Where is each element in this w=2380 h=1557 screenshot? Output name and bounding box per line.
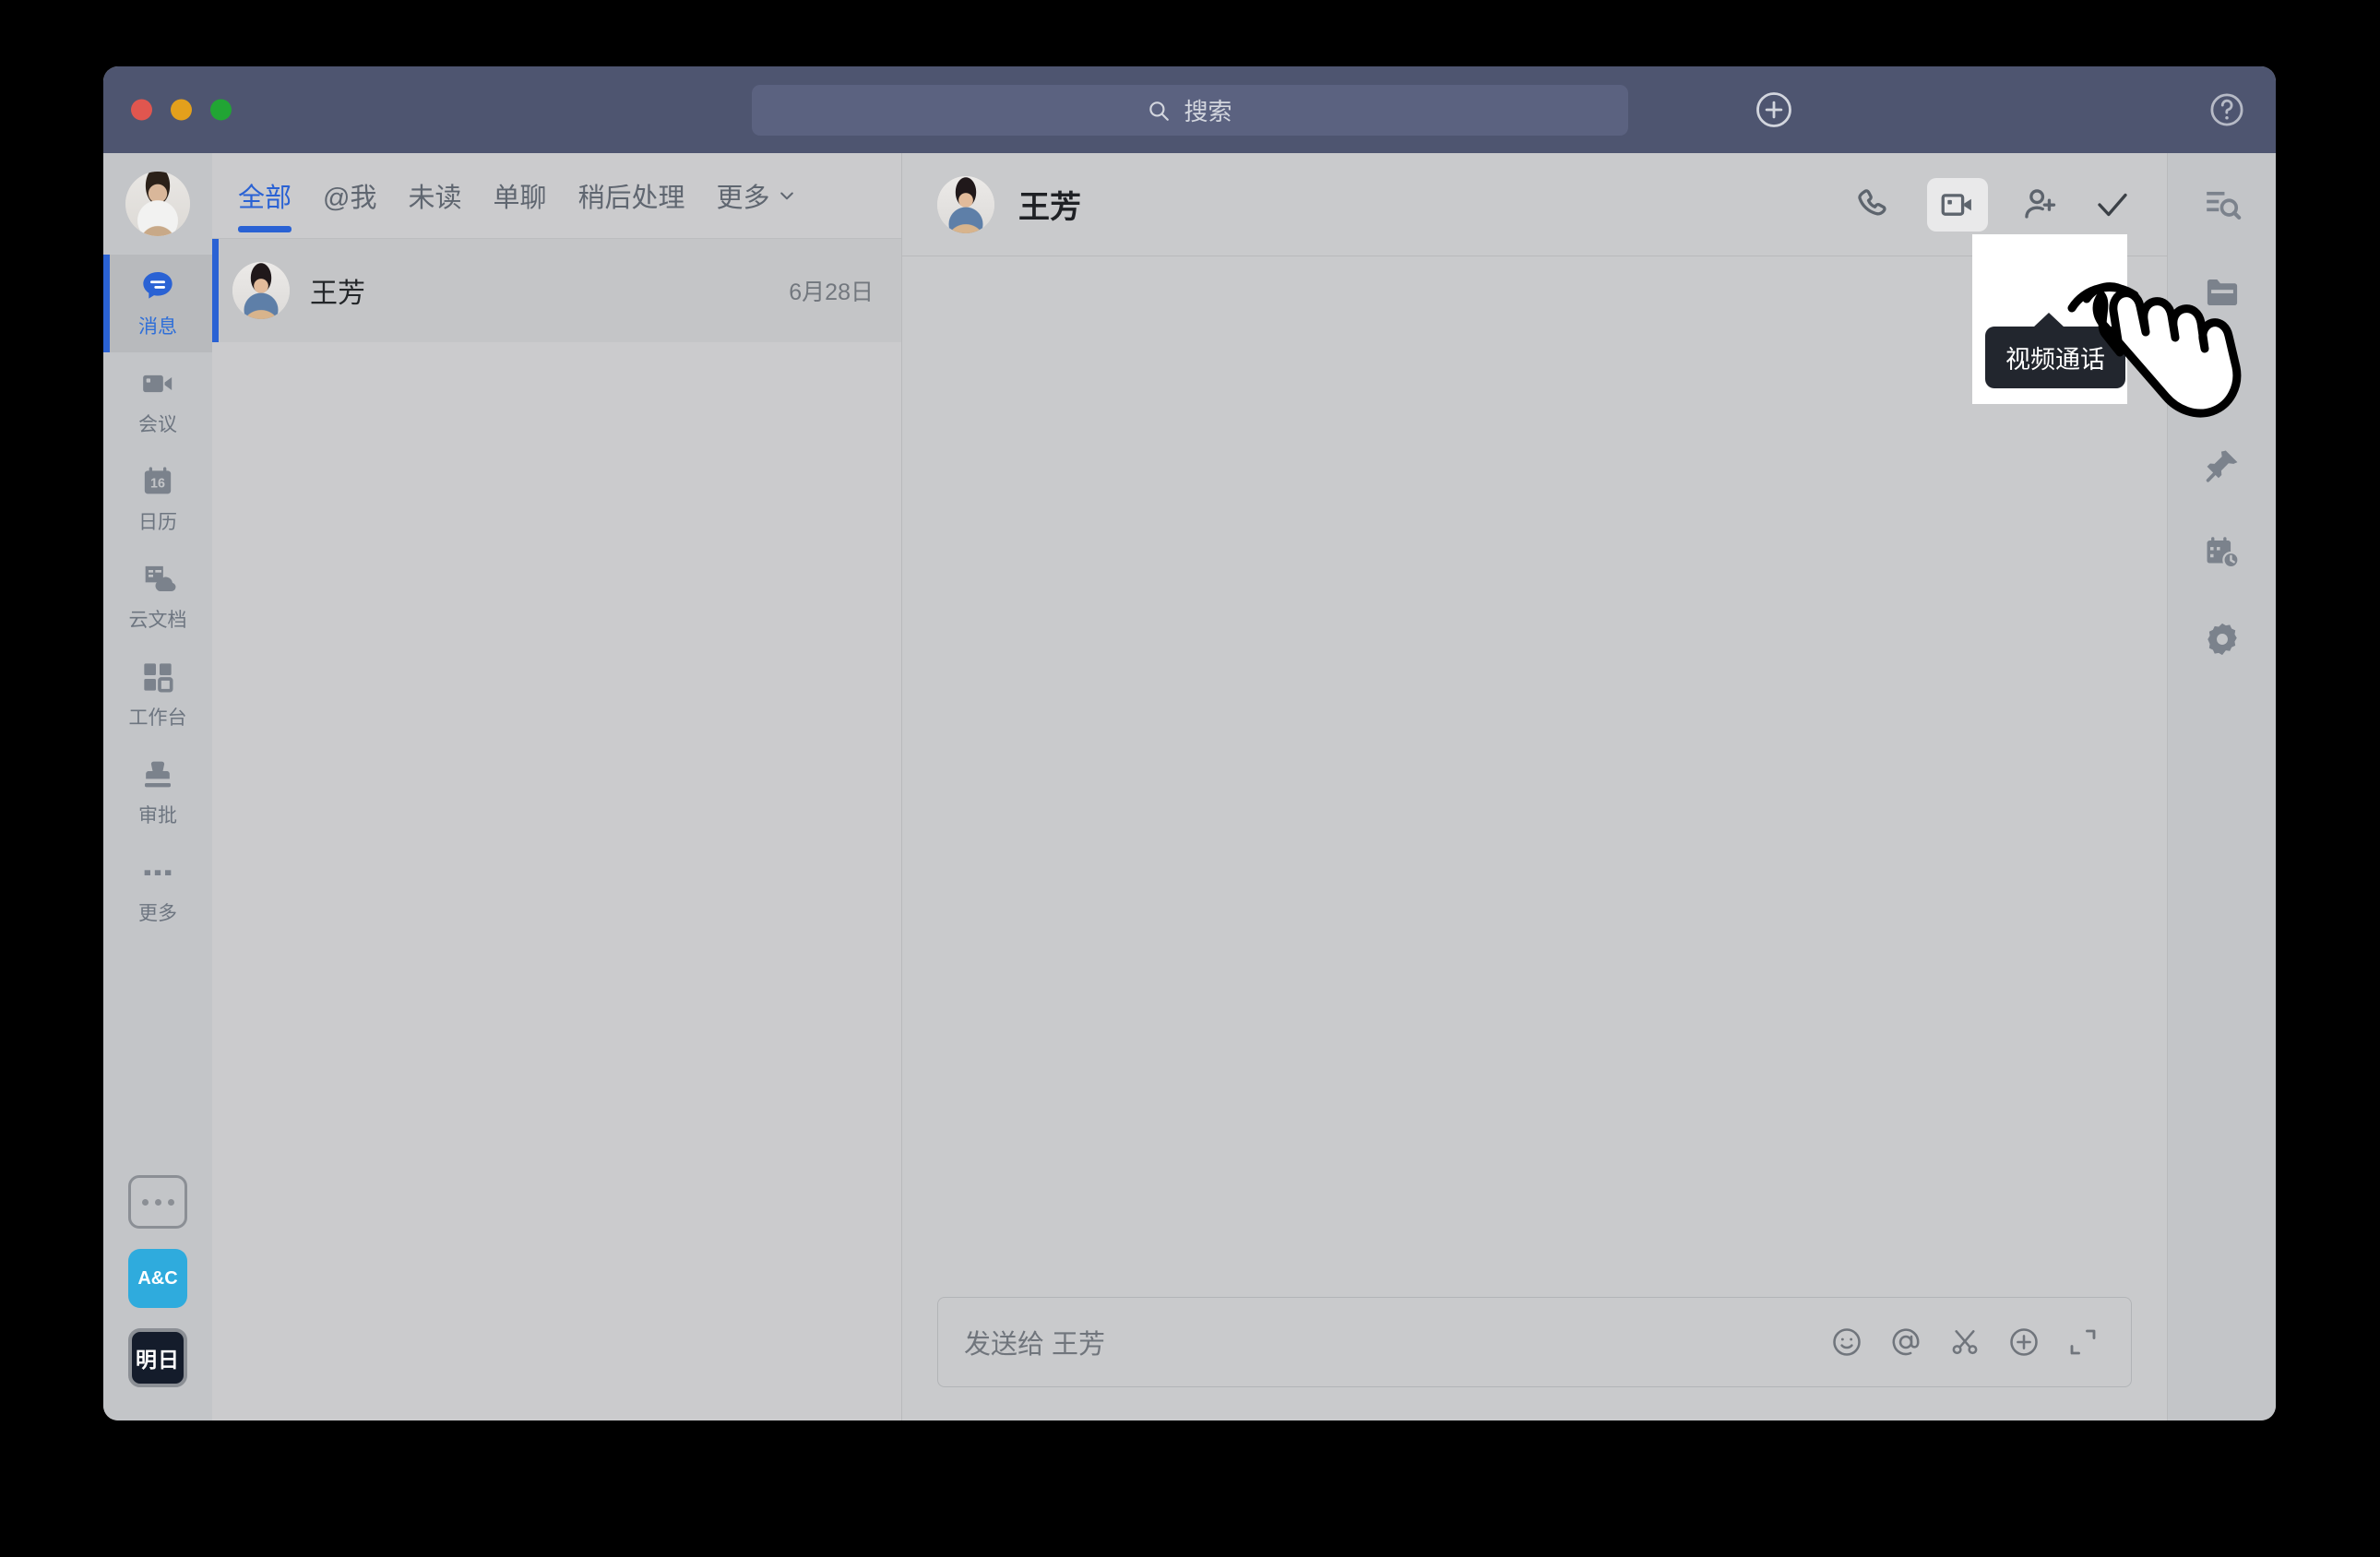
chat-time: 6月28日 bbox=[789, 279, 874, 305]
tab-handle-later[interactable]: 稍后处理 bbox=[563, 153, 701, 238]
rail-bottom-apps: A&C 明日 bbox=[128, 1175, 187, 1420]
message-input[interactable]: 发送给 王芳 bbox=[937, 1297, 2132, 1387]
tab-label: 稍后处理 bbox=[577, 184, 685, 213]
sidebar-item-label: 消息 bbox=[138, 316, 177, 338]
tab-label: 未读 bbox=[408, 184, 462, 213]
search-icon bbox=[1149, 101, 1170, 121]
phone-icon bbox=[1858, 188, 1886, 215]
tab-label: 全部 bbox=[238, 184, 292, 213]
traffic-lights bbox=[131, 99, 232, 121]
check-icon bbox=[2098, 193, 2127, 216]
search-placeholder: 搜索 bbox=[1184, 98, 1232, 125]
add-member-button[interactable] bbox=[2021, 185, 2060, 224]
app-tile-label: 明日 bbox=[136, 1348, 180, 1372]
composer-wrapper: 发送给 王芳 bbox=[902, 1297, 2167, 1420]
tab-label: 更多 bbox=[716, 184, 770, 213]
tab-mentions[interactable]: @我 bbox=[307, 153, 392, 238]
sidebar-item-label: 会议 bbox=[138, 414, 177, 435]
tab-single-chat[interactable]: 单聊 bbox=[477, 153, 562, 238]
question-circle-icon[interactable] bbox=[2207, 90, 2246, 129]
sidebar-item-messages[interactable]: 消息 bbox=[103, 255, 212, 352]
sidebar-item-more[interactable]: 更多 bbox=[103, 841, 212, 939]
avatar[interactable] bbox=[125, 172, 190, 236]
app-tile-ac[interactable]: A&C bbox=[128, 1249, 187, 1308]
sidebar-item-cloud-docs[interactable]: 云文档 bbox=[103, 548, 212, 646]
minimize-window-button[interactable] bbox=[171, 99, 192, 121]
avatar bbox=[232, 262, 290, 319]
close-window-button[interactable] bbox=[131, 99, 152, 121]
message-input-placeholder: 发送给 王芳 bbox=[964, 1330, 1106, 1360]
avatar[interactable] bbox=[937, 175, 994, 233]
app-tile-label: A&C bbox=[137, 1267, 178, 1289]
at-icon[interactable] bbox=[1889, 1325, 1922, 1359]
app-window: 搜索 消息 会议 16 日历 云文档 工作台 审批 更多 A&C 明日 全部 @… bbox=[103, 66, 2276, 1420]
plus-circle-icon[interactable] bbox=[1755, 90, 1793, 129]
sidebar-item-calendar[interactable]: 16 日历 bbox=[103, 450, 212, 548]
ellipsis-icon bbox=[144, 870, 172, 875]
calendar-clock-icon[interactable] bbox=[2203, 533, 2242, 572]
sidebar-item-label: 审批 bbox=[138, 805, 177, 826]
sidebar-item-label: 日历 bbox=[138, 512, 177, 533]
chat-name: 王芳 bbox=[310, 279, 365, 309]
search-input[interactable]: 搜索 bbox=[751, 85, 1628, 136]
cloud-document-icon bbox=[145, 565, 176, 591]
pointing-hand-cursor bbox=[2067, 282, 2242, 418]
titlebar: 搜索 bbox=[103, 66, 2276, 153]
chevron-down-icon bbox=[779, 192, 793, 200]
mark-done-button[interactable] bbox=[2093, 185, 2132, 224]
tab-label: 单聊 bbox=[493, 184, 547, 213]
gear-icon[interactable] bbox=[2203, 620, 2242, 659]
tab-all[interactable]: 全部 bbox=[238, 153, 307, 238]
page-title: 王芳 bbox=[1018, 190, 1081, 225]
maximize-window-button[interactable] bbox=[210, 99, 232, 121]
sidebar-item-label: 工作台 bbox=[128, 707, 187, 729]
video-call-button[interactable] bbox=[1927, 177, 1988, 232]
sidebar-item-approvals[interactable]: 审批 bbox=[103, 743, 212, 841]
plus-circle-icon[interactable] bbox=[2007, 1325, 2041, 1359]
sidebar-item-workplace[interactable]: 工作台 bbox=[103, 646, 212, 743]
pin-icon[interactable] bbox=[2203, 446, 2242, 485]
video-call-icon bbox=[1941, 193, 1971, 216]
sidebar-item-label: 更多 bbox=[138, 903, 177, 924]
sidebar-item-label: 云文档 bbox=[128, 610, 187, 631]
grid-apps-icon bbox=[144, 663, 173, 693]
conversation-actions bbox=[1855, 177, 2132, 232]
chat-list-column: 全部 @我 未读 单聊 稍后处理 更多 王芳 6月28日 bbox=[212, 153, 902, 1420]
tab-label: @我 bbox=[323, 184, 377, 213]
calendar-16-icon: 16 bbox=[144, 467, 172, 494]
left-navigation-rail: 消息 会议 16 日历 云文档 工作台 审批 更多 A&C 明日 bbox=[103, 153, 212, 1420]
app-body: 消息 会议 16 日历 云文档 工作台 审批 更多 A&C 明日 全部 @我 未… bbox=[103, 153, 2276, 1420]
tab-more[interactable]: 更多 bbox=[701, 153, 812, 238]
message-area bbox=[902, 256, 2167, 1297]
composer-toolbar bbox=[1830, 1325, 2100, 1359]
tab-unread[interactable]: 未读 bbox=[392, 153, 477, 238]
ellipsis-box-icon[interactable] bbox=[128, 1175, 187, 1229]
smiley-icon[interactable] bbox=[1830, 1325, 1863, 1359]
list-search-icon[interactable] bbox=[2203, 186, 2242, 225]
add-person-icon bbox=[2025, 188, 2056, 219]
scissors-icon[interactable] bbox=[1948, 1325, 1981, 1359]
svg-text:16: 16 bbox=[150, 477, 165, 492]
voice-call-button[interactable] bbox=[1855, 185, 1894, 224]
expand-icon[interactable] bbox=[2066, 1325, 2100, 1359]
video-camera-icon bbox=[143, 374, 173, 393]
chat-filter-tabs: 全部 @我 未读 单聊 稍后处理 更多 bbox=[212, 153, 901, 238]
list-item[interactable]: 王芳 6月28日 bbox=[212, 239, 901, 342]
app-tile-mingri[interactable]: 明日 bbox=[128, 1328, 187, 1387]
stamp-icon bbox=[145, 761, 171, 788]
chat-bubble-icon bbox=[143, 272, 173, 299]
sidebar-item-meetings[interactable]: 会议 bbox=[103, 352, 212, 450]
